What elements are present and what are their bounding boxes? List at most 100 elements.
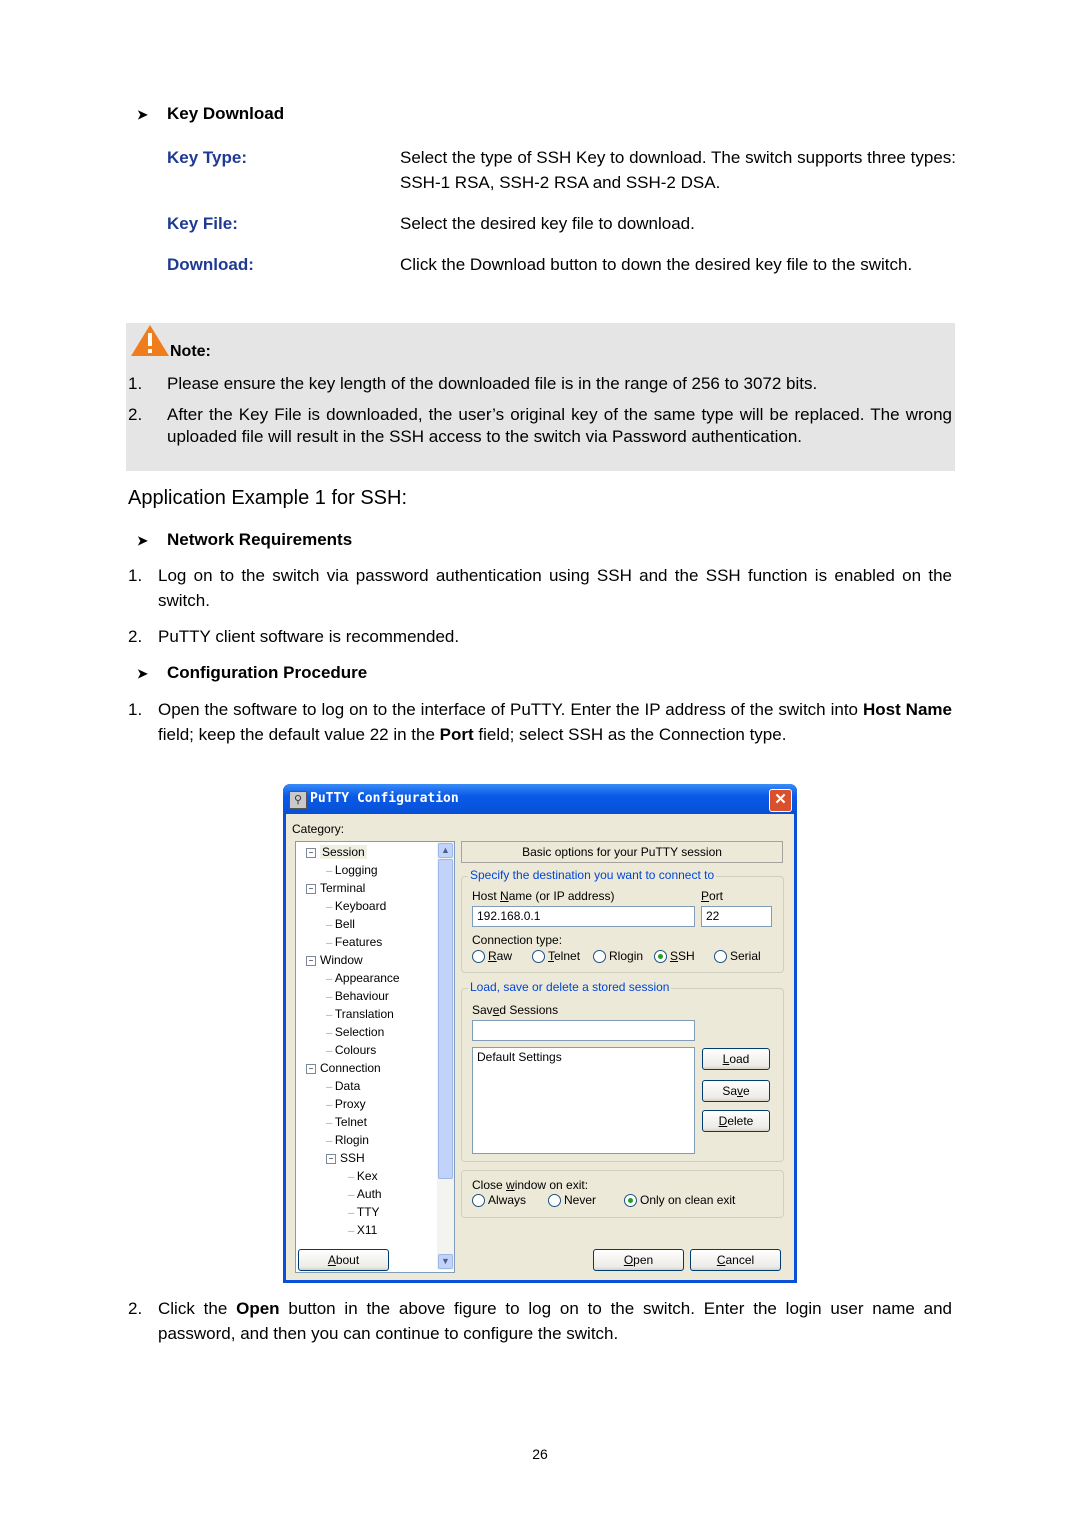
tree-connector-icon: ─ [326, 1082, 335, 1092]
radio-ssh[interactable]: SSH [654, 949, 695, 964]
connection-type-label: Connection type: [472, 933, 563, 947]
tree-item-colours[interactable]: ─ Colours [326, 1043, 376, 1057]
tree-connector-icon: ─ [326, 1118, 335, 1128]
tree-item-label: Appearance [334, 971, 400, 985]
tree-item-label: X11 [356, 1223, 378, 1237]
collapse-icon[interactable]: − [306, 1063, 316, 1074]
tree-item-label: Logging [334, 863, 378, 877]
text-run: Open the software to log on to the inter… [158, 700, 863, 719]
tree-connector-icon: ─ [326, 902, 335, 912]
close-button[interactable]: ✕ [769, 789, 792, 812]
tree-item-appearance[interactable]: ─ Appearance [326, 971, 400, 985]
radio-serial[interactable]: Serial [714, 949, 761, 964]
tree-item-auth[interactable]: ─ Auth [348, 1187, 382, 1201]
tree-connector-icon: ─ [326, 1136, 335, 1146]
param-desc-download: Click the Download button to down the de… [400, 255, 913, 274]
host-name-input[interactable]: 192.168.0.1 [472, 906, 695, 927]
tree-item-features[interactable]: ─ Features [326, 935, 382, 949]
step-text: Open the software to log on to the inter… [158, 697, 952, 747]
radio-always[interactable]: Always [472, 1193, 527, 1208]
tree-item-window[interactable]: − Window [306, 953, 363, 967]
tree-item-connection[interactable]: − Connection [306, 1061, 381, 1075]
tree-item-kex[interactable]: ─ Kex [348, 1169, 378, 1183]
tree-connector-icon: ─ [348, 1226, 357, 1236]
tree-item-selection[interactable]: ─ Selection [326, 1025, 384, 1039]
radio-raw[interactable]: Raw [472, 949, 512, 964]
collapse-icon[interactable]: − [306, 847, 316, 858]
tree-item-terminal[interactable]: − Terminal [306, 881, 365, 895]
save-button[interactable]: Save [702, 1080, 770, 1102]
session-item-default[interactable]: Default Settings [477, 1050, 690, 1064]
tree-item-keyboard[interactable]: ─ Keyboard [326, 899, 386, 913]
tree-item-proxy[interactable]: ─ Proxy [326, 1097, 366, 1111]
option-text: Always [488, 1193, 527, 1207]
note-box: Note: [126, 323, 955, 471]
collapse-icon[interactable]: − [306, 883, 316, 894]
tree-item-data[interactable]: ─ Data [326, 1079, 360, 1093]
tree-item-logging[interactable]: ─ Logging [326, 863, 378, 877]
list-number: 2. [128, 1299, 143, 1318]
tree-item-label: Translation [334, 1007, 394, 1021]
tree-item-x11[interactable]: ─ X11 [348, 1223, 377, 1237]
tree-item-tty[interactable]: ─ TTY [348, 1205, 380, 1219]
sessions-list[interactable]: Default Settings [472, 1047, 695, 1154]
tree-item-label: SSH [340, 1151, 365, 1165]
text-run: field; select SSH as the Connection type… [473, 725, 787, 744]
list-number: 1. [128, 700, 143, 719]
radio-only-on-clean-exit[interactable]: Only on clean exit [624, 1193, 736, 1208]
collapse-icon[interactable]: − [306, 955, 316, 966]
close-window-label: Close window on exit: [472, 1178, 589, 1192]
tree-item-label: Behaviour [334, 989, 389, 1003]
list-number: 2. [128, 405, 143, 424]
note-text: Please ensure the key length of the down… [167, 374, 818, 393]
about-button[interactable]: About [298, 1249, 389, 1271]
radio-telnet[interactable]: Telnet [532, 949, 580, 964]
tree-item-session[interactable]: − Session [306, 845, 367, 859]
radio-never[interactable]: Never [548, 1193, 597, 1208]
tree-item-telnet[interactable]: ─ Telnet [326, 1115, 367, 1129]
scroll-down-icon[interactable]: ▼ [438, 1254, 453, 1269]
sessions-group: Load, save or delete a stored session Sa… [461, 980, 784, 1162]
option-text: Never [564, 1193, 597, 1207]
titlebar: ⚲ PuTTY Configuration ✕ [283, 784, 797, 814]
tree-item-ssh[interactable]: − SSH [326, 1151, 365, 1165]
tree-item-label: Selection [334, 1025, 385, 1039]
tree-item-label: Keyboard [334, 899, 387, 913]
list-number: 1. [128, 374, 143, 393]
open-button[interactable]: Open [593, 1249, 684, 1271]
tree-item-label: Terminal [320, 881, 366, 895]
arrow-bullet-icon: ➤ [137, 666, 148, 681]
scroll-up-icon[interactable]: ▲ [438, 843, 453, 858]
tree-connector-icon: ─ [348, 1190, 357, 1200]
list-number: 2. [128, 627, 143, 646]
radio-selected-icon [624, 1194, 637, 1208]
tree-item-label: Telnet [334, 1115, 367, 1129]
tree-item-label: Proxy [334, 1097, 366, 1111]
radio-icon [593, 950, 606, 964]
tree-item-behaviour[interactable]: ─ Behaviour [326, 989, 389, 1003]
sessions-group-label: Load, save or delete a stored session [468, 980, 672, 994]
putty-window: ⚲ PuTTY Configuration ✕ Category: ▲ ▼ − S… [283, 784, 797, 1283]
text-run: Click the [158, 1299, 237, 1318]
tree-scrollbar[interactable]: ▲ ▼ [437, 842, 454, 1270]
tree-item-bell[interactable]: ─ Bell [326, 917, 355, 931]
tree-item-label: Bell [334, 917, 355, 931]
collapse-icon[interactable]: − [326, 1153, 336, 1164]
saved-sessions-input[interactable] [472, 1020, 695, 1041]
note-item-1: 1. Please ensure the key length of the d… [128, 371, 952, 396]
page-number: 26 [532, 1446, 548, 1462]
cancel-button[interactable]: Cancel [690, 1249, 781, 1271]
tree-item-translation[interactable]: ─ Translation [326, 1007, 394, 1021]
tree-connector-icon: ─ [326, 974, 335, 984]
category-tree[interactable]: ▲ ▼ − Session ─ Logging − Terminal ─ Keyboard… [295, 841, 455, 1273]
option-text: Only on clean exit [640, 1193, 736, 1207]
load-button[interactable]: Load [702, 1048, 770, 1070]
delete-button[interactable]: Delete [702, 1110, 770, 1132]
heading-text: Network Requirements [167, 530, 353, 549]
radio-rlogin[interactable]: Rlogin [593, 949, 643, 964]
port-input[interactable]: 22 [701, 906, 772, 927]
radio-icon [472, 1194, 485, 1208]
requirement-text: PuTTY client software is recommended. [158, 627, 460, 646]
scroll-thumb[interactable] [438, 859, 453, 1179]
tree-item-rlogin[interactable]: ─ Rlogin [326, 1133, 369, 1147]
